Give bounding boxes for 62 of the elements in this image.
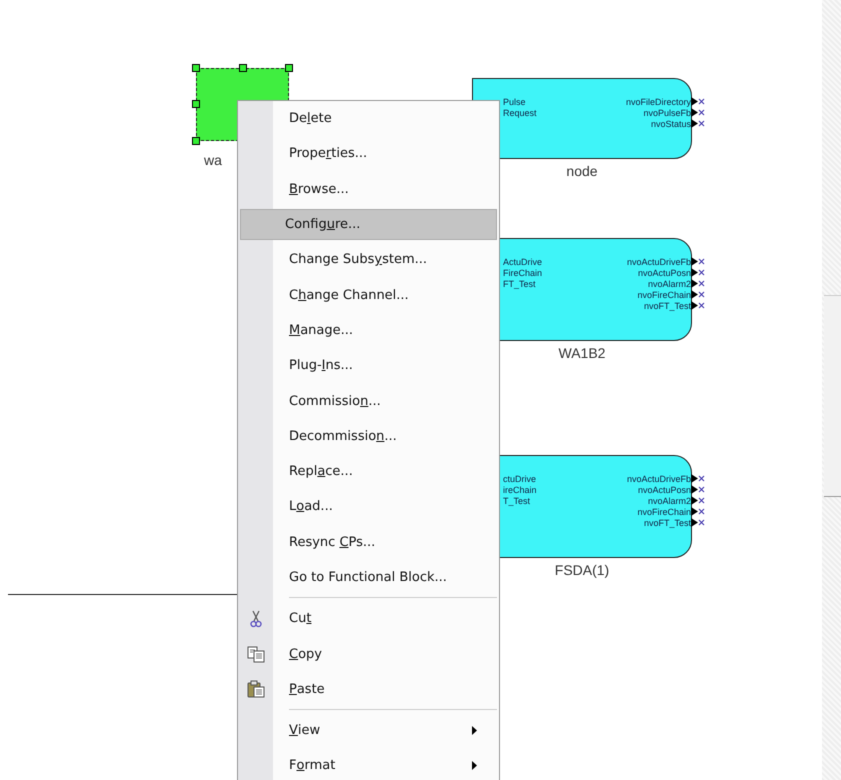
output-port-icon[interactable] bbox=[691, 268, 705, 277]
output-label: nvoFT_Test bbox=[644, 518, 691, 528]
block-name: FSDA(1) bbox=[554, 562, 610, 578]
submenu-arrow-icon bbox=[472, 761, 477, 770]
scrollbar-thumb[interactable] bbox=[824, 295, 841, 497]
output-label: nvoAlarm2 bbox=[648, 496, 691, 506]
menu-item[interactable]: Go to Functional Block... bbox=[277, 562, 497, 594]
device-block[interactable]: Pulse Request nvoFileDirectory nvoPulseFb nvoStatus bbox=[472, 78, 692, 159]
output-label: nvoPulseFb bbox=[643, 108, 691, 118]
resize-handle[interactable] bbox=[239, 64, 247, 72]
resize-handle[interactable] bbox=[285, 64, 293, 72]
block-label: wa bbox=[204, 152, 222, 168]
menu-item[interactable]: Plug-Ins... bbox=[277, 350, 497, 382]
menu-item[interactable]: Cut bbox=[277, 603, 497, 634]
output-port-icon[interactable] bbox=[691, 485, 705, 494]
output-port-icon[interactable] bbox=[691, 518, 705, 527]
output-label: nvoFireChain bbox=[637, 290, 691, 300]
input-label: ActuDrive bbox=[503, 257, 542, 268]
output-port-icon[interactable] bbox=[691, 301, 705, 310]
input-label: ctuDrive bbox=[503, 474, 537, 485]
scissors-icon bbox=[250, 610, 262, 628]
copy-icon bbox=[246, 646, 264, 663]
menu-item[interactable]: Browse... bbox=[277, 174, 497, 205]
resize-handle[interactable] bbox=[192, 100, 200, 108]
input-label: ireChain bbox=[503, 485, 537, 496]
resize-handle[interactable] bbox=[192, 64, 200, 72]
output-port-icon[interactable] bbox=[691, 279, 705, 288]
menu-item[interactable]: Paste bbox=[277, 674, 497, 706]
menu-item[interactable]: Commission... bbox=[277, 385, 497, 417]
output-port-icon[interactable] bbox=[691, 119, 705, 128]
scrollbar[interactable] bbox=[822, 0, 841, 780]
output-port-icon[interactable] bbox=[691, 257, 705, 266]
input-label: FT_Test bbox=[503, 279, 537, 290]
output-label: nvoActuDriveFb bbox=[626, 474, 691, 484]
output-label: nvoActuDriveFb bbox=[626, 257, 691, 267]
input-label: Request bbox=[503, 108, 537, 119]
menu-item[interactable]: View bbox=[277, 715, 497, 746]
output-port-icon[interactable] bbox=[691, 507, 705, 516]
input-label: Pulse bbox=[503, 97, 527, 108]
output-port-icon[interactable] bbox=[691, 108, 705, 117]
output-label: nvoActuPosn bbox=[638, 268, 691, 278]
output-label: nvoFireChain bbox=[637, 507, 691, 517]
output-label: nvoFileDirectory bbox=[626, 97, 691, 107]
output-label: nvoActuPosn bbox=[638, 485, 691, 495]
input-label: T_Test bbox=[503, 496, 532, 507]
menu-item[interactable]: Format bbox=[277, 750, 497, 780]
input-label: FireChain bbox=[503, 268, 542, 279]
block-name: WA1B2 bbox=[558, 345, 606, 361]
output-label: nvoStatus bbox=[650, 119, 691, 129]
menu-item[interactable]: Configure... bbox=[240, 208, 497, 240]
output-port-icon[interactable] bbox=[691, 290, 705, 299]
output-label: nvoFT_Test bbox=[644, 301, 691, 311]
menu-item[interactable]: Decommission... bbox=[277, 420, 497, 452]
submenu-arrow-icon bbox=[472, 726, 477, 736]
output-port-icon[interactable] bbox=[691, 474, 705, 483]
output-port-icon[interactable] bbox=[691, 496, 705, 505]
block-name: node bbox=[565, 163, 599, 179]
menu-item[interactable]: Copy bbox=[277, 638, 497, 670]
output-port-icon[interactable] bbox=[691, 97, 705, 106]
clipboard-icon bbox=[246, 680, 264, 698]
output-label: nvoAlarm2 bbox=[648, 279, 691, 289]
resize-handle[interactable] bbox=[192, 137, 200, 145]
